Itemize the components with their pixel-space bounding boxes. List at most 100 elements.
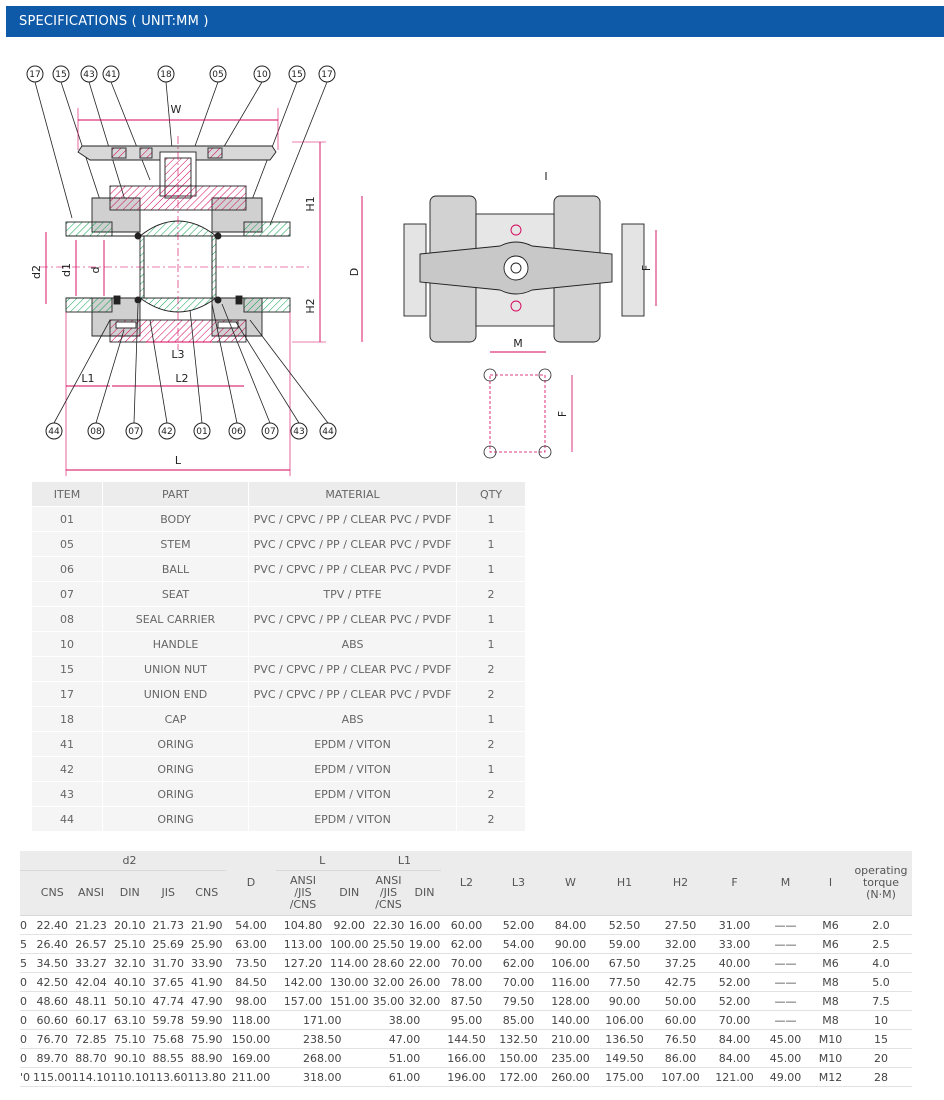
part-cell: ORING (102, 731, 249, 757)
spec-cell: 75.10 (110, 1029, 149, 1049)
svg-text:07: 07 (264, 427, 275, 437)
part-cell: ORING (102, 756, 249, 782)
col-d2-cns2: CNS (187, 870, 226, 916)
material-cell: PVC / CPVC / PP / CLEAR PVC / PVDF (248, 656, 457, 682)
table-row: 17 UNION END PVC / CPVC / PP / CLEAR PVC /… (31, 681, 526, 707)
spec-cell: —— (760, 934, 811, 954)
spec-cell: 59.78 (149, 1010, 188, 1030)
spec-cell: M6 (810, 953, 851, 973)
item-cell: 05 (31, 531, 103, 557)
table-row: 18 CAP ABS 1 (31, 706, 526, 732)
spec-cell: 2.0 (850, 915, 912, 935)
spec-cell: 51.00 (368, 1048, 441, 1068)
col-group-L1: L1 (368, 851, 441, 871)
spec-cell: 90.10 (110, 1048, 149, 1068)
page-header: SPECIFICATIONS ( UNIT:MM ) (6, 6, 944, 37)
spec-cell: 62.00 (492, 953, 545, 973)
spec-cell: 20 (850, 1048, 912, 1068)
col-M: M (760, 851, 811, 916)
spec-cell: 84.00 (708, 1048, 761, 1068)
spec-cell: M8 (810, 972, 851, 992)
balloon: 42 (158, 422, 176, 440)
part-cell: BALL (102, 556, 249, 582)
table-row: 5 34.50 33.27 32.10 31.70 33.90 73.50 127.20 114… (20, 953, 912, 973)
table-row: 0 42.50 42.04 40.10 37.65 41.90 84.50 142.00 130… (20, 972, 912, 992)
material-cell: ABS (248, 706, 457, 732)
table-row: 01 BODY PVC / CPVC / PP / CLEAR PVC / PVDF… (31, 506, 526, 532)
spec-cell: 60.00 (652, 1010, 709, 1030)
spec-cell: 35.00 (368, 991, 409, 1011)
svg-text:06: 06 (231, 427, 243, 437)
balloon: 15 (288, 65, 306, 83)
spec-cell: 128.00 (544, 991, 597, 1011)
part-cell: SEAT (102, 581, 249, 607)
spec-cell: 25.50 (368, 934, 409, 954)
spec-cell: 107.00 (652, 1067, 709, 1087)
spec-cell: 59.90 (187, 1010, 226, 1030)
table-row: 0 76.70 72.85 75.10 75.68 75.90 150.00 238.50 47… (20, 1029, 912, 1049)
spec-cell: 150.00 (492, 1048, 545, 1068)
svg-text:L: L (175, 454, 182, 467)
item-cell: 42 (31, 756, 103, 782)
spec-cell: 0 (20, 1010, 33, 1030)
svg-text:L3: L3 (171, 348, 184, 361)
svg-text:H2: H2 (304, 298, 317, 313)
svg-text:05: 05 (212, 70, 223, 80)
col-W: W (544, 851, 597, 916)
spec-cell: 149.50 (596, 1048, 653, 1068)
col-F: F (708, 851, 761, 916)
col-d2-cns: CNS (33, 870, 72, 916)
col-item: ITEM (31, 481, 103, 507)
spec-cell: 54.00 (492, 934, 545, 954)
spec-cell: 33.27 (71, 953, 111, 973)
balloon: 41 (102, 65, 120, 83)
spec-cell: 32.00 (652, 934, 709, 954)
spec-cell: 52.00 (492, 915, 545, 935)
spec-cell: 60.17 (71, 1010, 111, 1030)
spec-cell: 50.10 (110, 991, 149, 1011)
spec-cell: 140.00 (544, 1010, 597, 1030)
spec-cell: 26.57 (71, 934, 111, 954)
spec-cell: 77.50 (596, 972, 653, 992)
table-row: 42 ORING EPDM / VITON 1 (31, 756, 526, 782)
spec-cell: 84.00 (708, 1029, 761, 1049)
material-cell: TPV / PTFE (248, 581, 457, 607)
qty-cell: 1 (456, 556, 526, 582)
spec-cell: 84.00 (544, 915, 597, 935)
svg-text:15: 15 (291, 70, 302, 80)
spec-cell: 0 (20, 1048, 33, 1068)
spec-cell: 62.00 (440, 934, 493, 954)
valve-top-view (403, 195, 645, 343)
col-qty: QTY (456, 481, 526, 507)
spec-cell: 37.25 (652, 953, 709, 973)
table-row: 08 SEAL CARRIER PVC / CPVC / PP / CLEAR PV… (31, 606, 526, 632)
table-row: 07 SEAT TPV / PTFE 2 (31, 581, 526, 607)
col-L3: L3 (492, 851, 545, 916)
spec-cell: 113.00 (276, 934, 330, 954)
svg-text:07: 07 (128, 427, 139, 437)
spec-cell: 31.00 (708, 915, 761, 935)
svg-text:17: 17 (29, 70, 40, 80)
spec-cell: 22.40 (33, 915, 72, 935)
spec-cell: 47.90 (187, 991, 226, 1011)
spec-cell: 73.50 (226, 953, 276, 973)
spec-cell: 54.00 (226, 915, 276, 935)
svg-text:W: W (171, 103, 182, 116)
spec-cell: 171.00 (276, 1010, 369, 1030)
material-cell: EPDM / VITON (248, 806, 457, 832)
svg-text:d2: d2 (30, 265, 43, 279)
table-row: '0 115.00 114.10 110.10 113.60 113.80 211.00 31… (20, 1067, 912, 1087)
part-cell: UNION NUT (102, 656, 249, 682)
spec-cell: 70.00 (492, 972, 545, 992)
spec-cell: 22.30 (368, 915, 409, 935)
table-header-row: ITEM PART MATERIAL QTY (31, 481, 526, 507)
spec-cell: 79.50 (492, 991, 545, 1011)
svg-text:42: 42 (161, 427, 172, 437)
col-group-L: L (276, 851, 369, 871)
item-cell: 07 (31, 581, 103, 607)
spec-cell: 121.00 (708, 1067, 761, 1087)
spec-cell: 76.70 (33, 1029, 72, 1049)
material-cell: EPDM / VITON (248, 756, 457, 782)
col-I: I (810, 851, 851, 916)
spec-cell: M12 (810, 1067, 851, 1087)
